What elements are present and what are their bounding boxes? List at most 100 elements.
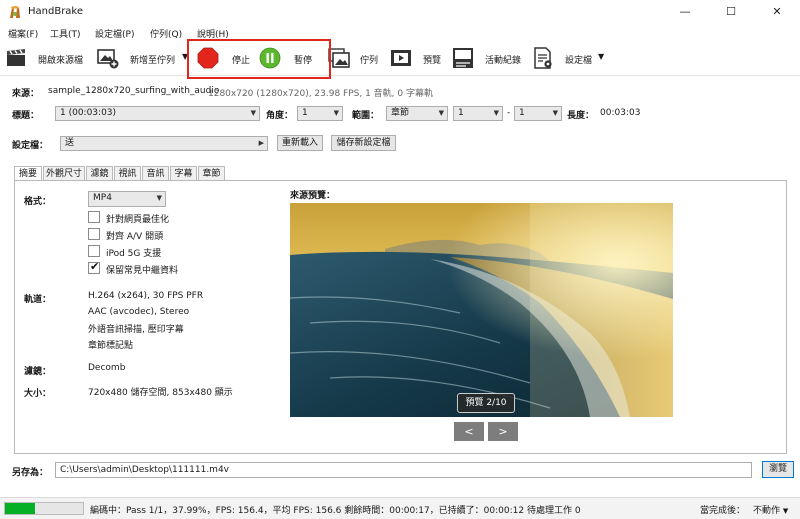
angle-value: 1 xyxy=(302,108,308,118)
queue-label: 佇列 xyxy=(360,56,379,66)
format-label: 格式： xyxy=(24,197,52,207)
preview-label: 來源預覽： xyxy=(290,191,336,201)
minimize-button[interactable]: — xyxy=(662,0,708,24)
chevron-down-icon: ▼ xyxy=(552,109,558,117)
angle-select[interactable]: 1 ▼ xyxy=(297,106,343,121)
maximize-button[interactable]: ☐ xyxy=(708,0,754,24)
preview-badge: 預覽 2/10 xyxy=(457,393,515,413)
window-title: HandBrake xyxy=(28,6,84,17)
tab-audio[interactable]: 音訊 xyxy=(142,166,169,181)
track-line: AAC (avcodec), Stereo xyxy=(88,307,190,317)
status-bar: 編碼中：Pass 1/1，37.99%，FPS: 156.4，平均 FPS: 1… xyxy=(0,497,800,519)
encode-progress-bar xyxy=(4,502,84,515)
activity-log-label: 活動紀錄 xyxy=(485,56,522,66)
align-av-checkbox[interactable] xyxy=(88,228,100,240)
duration-value: 00:03:03 xyxy=(600,108,641,118)
when-done-label: 當完成後： xyxy=(700,506,746,516)
preview-label: 預覽 xyxy=(423,56,442,66)
when-done-value: 不動作 xyxy=(753,506,781,516)
preset-value: 送 xyxy=(65,138,75,148)
range-end-value: 1 xyxy=(519,108,525,118)
highlight-box xyxy=(187,39,331,79)
menu-bar: 檔案(F) 工具(T) 設定檔(P) 佇列(Q) 說明(H) xyxy=(0,25,800,41)
track-line: 章節標記點 xyxy=(88,341,134,351)
range-start-value: 1 xyxy=(458,108,464,118)
encode-progress-fill xyxy=(5,503,35,514)
track-line: 外語音訊掃描, 壓印字幕 xyxy=(88,325,184,335)
menu-tools[interactable]: 工具(T) xyxy=(50,27,81,40)
encode-status-text: 編碼中：Pass 1/1，37.99%，FPS: 156.4，平均 FPS: 1… xyxy=(90,506,581,516)
menu-presets[interactable]: 設定檔(P) xyxy=(95,27,134,40)
handbrake-app-icon xyxy=(10,6,20,18)
tab-dimensions[interactable]: 外觀尺寸 xyxy=(43,166,85,181)
presets-label: 設定檔 xyxy=(565,56,593,66)
format-value: MP4 xyxy=(93,193,112,203)
source-name: sample_1280x720_surfing_with_audio xyxy=(48,86,220,96)
save-new-preset-button[interactable]: 儲存新設定檔 xyxy=(331,135,396,151)
range-label: 範圍： xyxy=(352,111,380,121)
next-preview-button[interactable]: > xyxy=(488,422,518,441)
open-source-label: 開啟來源檔 xyxy=(38,56,84,66)
queue-images-icon xyxy=(328,48,350,68)
size-label: 大小： xyxy=(24,389,52,399)
align-av-label: 對齊 A/V 開頭 xyxy=(106,232,164,242)
ipod-support-label: iPod 5G 支援 xyxy=(106,249,162,259)
duration-label: 長度： xyxy=(567,111,595,121)
track-line: H.264 (x264), 30 FPS PFR xyxy=(88,291,204,301)
save-path-input[interactable]: C:\Users\admin\Desktop\111111.m4v xyxy=(55,462,752,478)
add-to-queue-label: 新增至佇列 xyxy=(130,56,176,66)
toolbar: 開啟來源檔 新增至佇列 ▼ 停止 暫停 佇列 預覽 活動紀錄 設定檔 ▼ xyxy=(0,42,800,76)
web-optimize-label: 針對網頁最佳化 xyxy=(106,215,170,225)
chevron-right-icon: ▶ xyxy=(258,139,264,147)
chevron-down-icon: ▼ xyxy=(156,194,162,202)
browse-button[interactable]: 瀏覽 xyxy=(762,461,794,478)
source-label: 來源： xyxy=(12,89,40,99)
title-bar: HandBrake — ☐ ✕ xyxy=(0,0,800,24)
format-select[interactable]: MP4 ▼ xyxy=(88,191,166,207)
activity-log-icon xyxy=(453,48,473,68)
chevron-down-icon: ▼ xyxy=(333,109,339,117)
tab-subtitles[interactable]: 字幕 xyxy=(170,166,197,181)
presets-document-gear-icon xyxy=(534,47,552,69)
reload-button[interactable]: 重新載入 xyxy=(277,135,323,151)
when-done-select[interactable]: 不動作 ▼ xyxy=(753,503,788,516)
chevron-down-icon: ▼ xyxy=(493,109,499,117)
menu-queue[interactable]: 佇列(Q) xyxy=(150,27,182,40)
tab-video[interactable]: 視訊 xyxy=(114,166,141,181)
tab-filters[interactable]: 濾鏡 xyxy=(86,166,113,181)
save-as-label: 另存為： xyxy=(12,468,49,478)
chevron-down-icon: ▼ xyxy=(598,52,605,61)
filters-label: 濾鏡： xyxy=(24,367,52,377)
clapperboard-icon xyxy=(7,49,25,66)
web-optimize-checkbox[interactable] xyxy=(88,211,100,223)
preset-label: 設定檔： xyxy=(12,141,49,151)
chevron-down-icon: ▼ xyxy=(250,109,256,117)
range-end-select[interactable]: 1 ▼ xyxy=(514,106,562,121)
checkmark-icon: ✔ xyxy=(90,260,100,273)
preset-select[interactable]: 送 ▶ xyxy=(60,136,268,151)
chevron-down-icon: ▼ xyxy=(782,507,789,515)
film-play-icon xyxy=(391,50,411,66)
source-info: 1280x720 (1280x720), 23.98 FPS, 1 音軌, 0 … xyxy=(208,89,433,99)
range-type-select[interactable]: 章節 ▼ xyxy=(386,106,448,121)
add-image-icon xyxy=(97,49,119,69)
menu-file[interactable]: 檔案(F) xyxy=(8,27,38,40)
range-separator: - xyxy=(507,108,511,118)
title-value: 1 (00:03:03) xyxy=(60,108,117,118)
tracks-label: 軌道： xyxy=(24,295,52,305)
ipod-support-checkbox[interactable] xyxy=(88,245,100,257)
filters-value: Decomb xyxy=(88,363,126,373)
title-label: 標題： xyxy=(12,111,40,121)
previous-preview-button[interactable]: < xyxy=(454,422,484,441)
title-select[interactable]: 1 (00:03:03) ▼ xyxy=(55,106,260,121)
keep-metadata-label: 保留常見中繼資料 xyxy=(106,266,179,276)
range-type-value: 章節 xyxy=(391,108,410,118)
angle-label: 角度： xyxy=(266,111,294,121)
tab-chapters[interactable]: 章節 xyxy=(198,166,225,181)
source-preview-image xyxy=(290,203,673,417)
range-start-select[interactable]: 1 ▼ xyxy=(453,106,503,121)
close-button[interactable]: ✕ xyxy=(754,0,800,24)
chevron-down-icon: ▼ xyxy=(438,109,444,117)
size-value: 720x480 儲存空間, 853x480 顯示 xyxy=(88,388,233,398)
keep-metadata-checkbox[interactable]: ✔ xyxy=(88,260,100,274)
